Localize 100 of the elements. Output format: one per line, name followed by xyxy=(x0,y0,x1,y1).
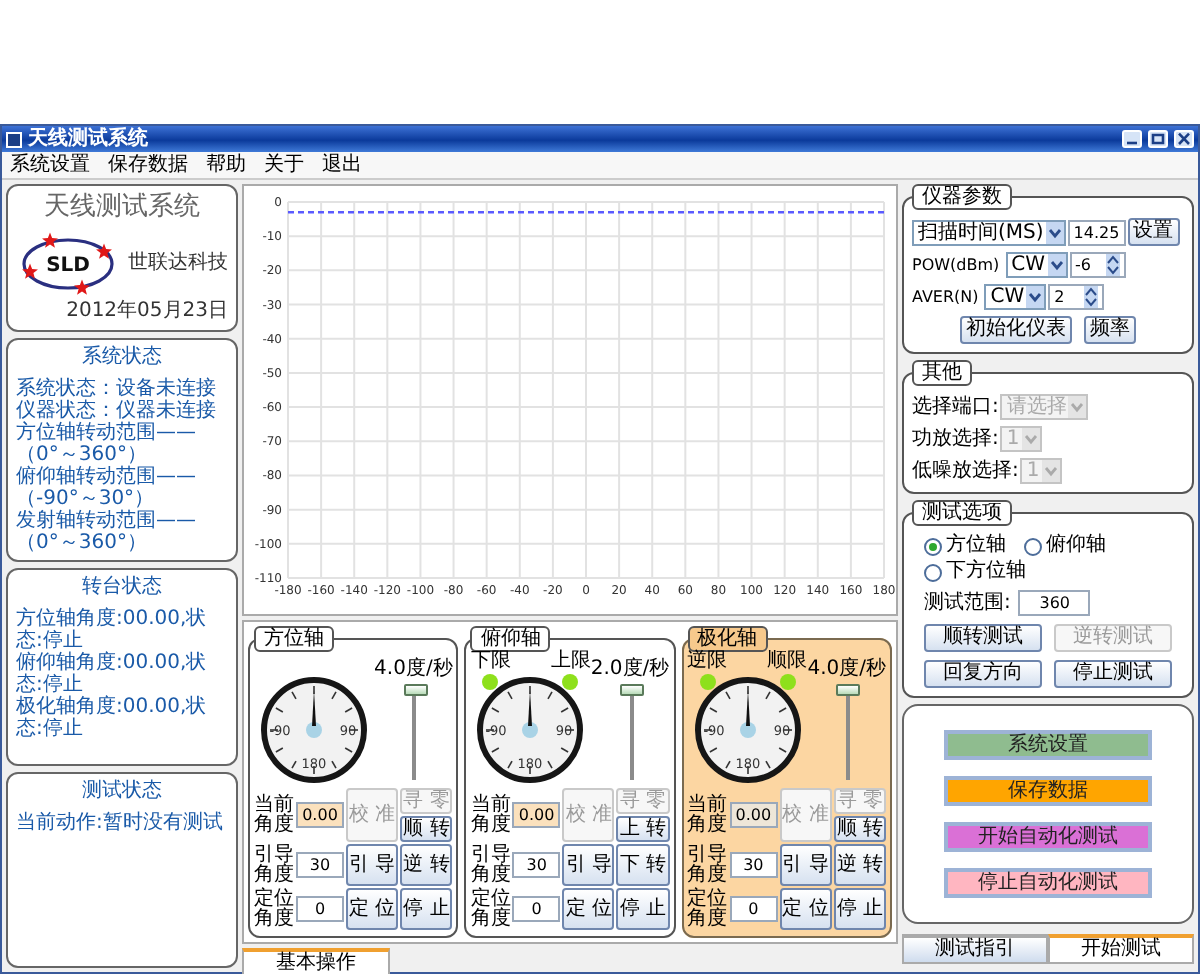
menu-item[interactable]: 系统设置 xyxy=(10,153,90,177)
menu-item[interactable]: 帮助 xyxy=(206,153,246,177)
angle-readout: 0.00 xyxy=(296,802,344,828)
panel-title: 方位轴 xyxy=(254,626,334,652)
field-label: 低噪放选择: xyxy=(912,459,1019,483)
action-button[interactable]: 系统设置 xyxy=(944,730,1152,760)
group-title: 测试选项 xyxy=(912,500,1012,526)
axis-button[interactable]: 顺 转 xyxy=(833,816,886,842)
axis-button[interactable]: 停 止 xyxy=(616,888,670,930)
dropdown[interactable]: CW xyxy=(1005,252,1068,278)
field-label: 引导角度 xyxy=(470,845,511,885)
logo-text: SLD xyxy=(46,255,90,277)
tab[interactable]: 基本操作 xyxy=(242,948,390,974)
push-button[interactable]: 回复方向 xyxy=(924,660,1042,688)
radio-label[interactable]: 俯仰轴 xyxy=(1046,534,1106,558)
axis-button[interactable]: 定 位 xyxy=(562,888,615,930)
axis-button[interactable]: 下 转 xyxy=(616,844,670,886)
slider-thumb[interactable] xyxy=(403,684,428,696)
angle-readout: 0.00 xyxy=(512,802,561,828)
axis-button[interactable]: 上 转 xyxy=(616,816,670,842)
radio-button[interactable] xyxy=(924,537,942,555)
app-title: 天线测试系统 xyxy=(42,192,202,224)
dial-face xyxy=(261,677,367,783)
minimize-icon[interactable] xyxy=(1122,130,1142,148)
field-label: 定位角度 xyxy=(470,889,511,929)
speed-label: 4.0度/秒 xyxy=(807,658,886,680)
card-title: 系统状态 xyxy=(80,346,164,370)
group-title: 其他 xyxy=(912,360,972,386)
status-line: 当前动作:暂时没有测试 xyxy=(16,811,225,833)
axis-button[interactable]: 引 导 xyxy=(562,844,615,886)
axis-button[interactable]: 停 止 xyxy=(833,888,886,930)
status-line: 极化轴角度:00.00,状态:停止 xyxy=(16,696,209,740)
status-line: 方位轴转动范围——（0°～360°） xyxy=(16,422,198,466)
limit-label: 下限 xyxy=(470,652,511,672)
app-icon xyxy=(6,131,22,147)
field-label: AVER(N) xyxy=(912,286,979,308)
axis-button[interactable]: 逆 转 xyxy=(833,844,886,886)
radio-label[interactable]: 下方位轴 xyxy=(946,560,1026,584)
angle-field[interactable]: 0 xyxy=(512,896,561,922)
tab[interactable]: 开始测试 xyxy=(1048,934,1194,964)
menu-item[interactable]: 保存数据 xyxy=(108,153,188,177)
status-line: 俯仰轴转动范围——（-90°～30°） xyxy=(16,466,198,510)
limit-label: 逆限 xyxy=(687,652,728,672)
dial-face xyxy=(477,677,584,783)
panel-title: 极化轴 xyxy=(687,626,768,652)
push-button[interactable]: 初始化仪表 xyxy=(960,316,1072,344)
input-field[interactable]: 360 xyxy=(1018,590,1091,616)
push-button[interactable]: 停止测试 xyxy=(1054,660,1172,688)
axis-button[interactable]: 引 导 xyxy=(779,844,832,886)
axis-button[interactable]: 顺 转 xyxy=(400,816,453,842)
menu-item[interactable]: 退出 xyxy=(322,153,362,177)
field-label: 定位角度 xyxy=(687,889,728,929)
card-title: 转台状态 xyxy=(80,576,164,600)
action-button[interactable]: 保存数据 xyxy=(944,776,1152,806)
field-label: 当前角度 xyxy=(687,795,728,835)
speed-label: 2.0度/秒 xyxy=(590,658,670,680)
window-title: 天线测试系统 xyxy=(28,127,148,151)
field-label: 引导角度 xyxy=(687,845,728,885)
angle-field[interactable]: 0 xyxy=(729,896,778,922)
push-button[interactable]: 频率 xyxy=(1084,316,1136,344)
spin-box[interactable]: -6 xyxy=(1069,252,1126,278)
dial-face xyxy=(694,677,801,783)
tab[interactable]: 测试指引 xyxy=(902,934,1048,964)
push-button[interactable]: 顺转测试 xyxy=(924,624,1042,652)
axis-button[interactable]: 定 位 xyxy=(346,888,399,930)
angle-field[interactable]: 30 xyxy=(729,852,778,878)
angle-field[interactable]: 30 xyxy=(296,852,344,878)
field-label: 定位角度 xyxy=(254,889,294,929)
field-label: 选择端口: xyxy=(912,395,999,419)
axis-button[interactable]: 逆 转 xyxy=(400,844,453,886)
axis-button[interactable]: 停 止 xyxy=(400,888,453,930)
limit-label: 上限 xyxy=(550,652,591,672)
status-line: 发射轴转动范围——（0°～360°） xyxy=(16,510,198,554)
slider-thumb[interactable] xyxy=(836,684,861,696)
radio-button[interactable] xyxy=(924,563,942,581)
status-line: 方位轴角度:00.00,状态:停止 xyxy=(16,608,209,652)
group-title: 仪器参数 xyxy=(912,184,1012,210)
action-button[interactable]: 开始自动化测试 xyxy=(944,822,1152,852)
dropdown[interactable]: CW xyxy=(984,284,1047,310)
spin-arrows-icon xyxy=(1105,254,1120,276)
card-title: 测试状态 xyxy=(80,779,164,803)
company-name: 世联达科技 xyxy=(128,252,228,276)
input-field[interactable]: 14.25 xyxy=(1067,219,1126,245)
spin-box[interactable]: 2 xyxy=(1048,284,1105,310)
menu-item[interactable]: 关于 xyxy=(264,153,304,177)
radio-button[interactable] xyxy=(1024,537,1042,555)
slider-thumb[interactable] xyxy=(620,684,645,696)
maximize-icon[interactable] xyxy=(1148,130,1168,148)
panel-title: 俯仰轴 xyxy=(470,626,551,652)
axis-button[interactable]: 定 位 xyxy=(779,888,832,930)
action-button[interactable]: 停止自动化测试 xyxy=(944,868,1152,898)
dropdown[interactable]: 扫描时间(MS) xyxy=(912,219,1066,245)
radio-label[interactable]: 方位轴 xyxy=(946,534,1006,558)
status-line: 俯仰轴角度:00.00,状态:停止 xyxy=(16,652,209,696)
push-button[interactable]: 设置 xyxy=(1127,218,1180,246)
close-icon[interactable] xyxy=(1174,130,1194,148)
angle-field[interactable]: 30 xyxy=(512,852,561,878)
angle-field[interactable]: 0 xyxy=(296,896,344,922)
spin-arrows-icon xyxy=(1084,286,1099,308)
axis-button[interactable]: 引 导 xyxy=(346,844,399,886)
